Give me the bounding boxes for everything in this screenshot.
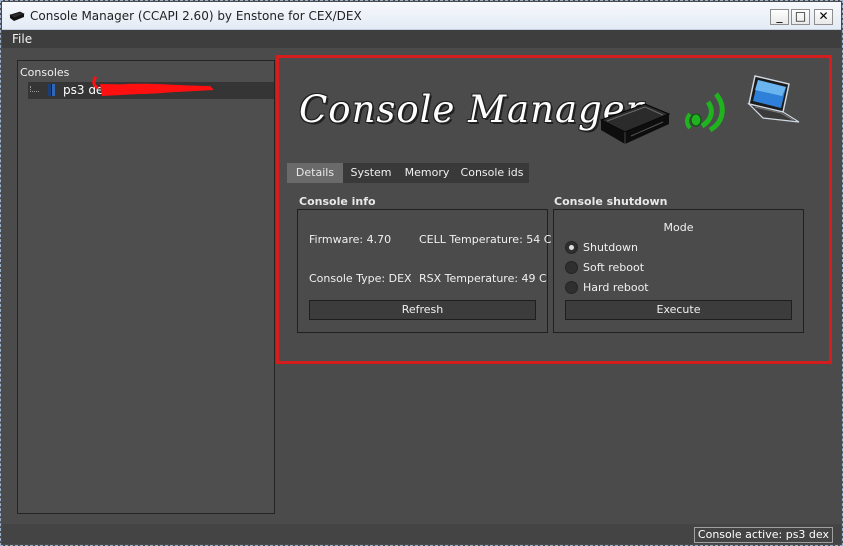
execute-button[interactable]: Execute: [565, 300, 792, 320]
tree-branch-line: [30, 86, 39, 92]
menu-file[interactable]: File: [12, 32, 32, 46]
console-shutdown-group: Mode Shutdown Soft reboot Hard reboot Ex…: [553, 209, 804, 333]
tab-console-ids[interactable]: Console ids: [455, 163, 529, 183]
ps3-console-icon: [9, 11, 25, 21]
laptop-icon: [747, 75, 800, 123]
shutdown-radio-label[interactable]: Shutdown: [583, 241, 638, 254]
refresh-button[interactable]: Refresh: [309, 300, 536, 320]
hard-reboot-radio[interactable]: [565, 281, 578, 294]
tree-item-ps3-dex[interactable]: ps3 dex :: [28, 76, 274, 99]
shutdown-radio[interactable]: [565, 241, 578, 254]
ps3-console-icon: [48, 84, 55, 96]
console-info-group: Firmware: 4.70 CELL Temperature: 54 C Co…: [297, 209, 552, 333]
menu-bar: File: [2, 30, 841, 48]
banner-title: Console Manager: [299, 88, 645, 131]
tab-system[interactable]: System: [343, 163, 399, 183]
tab-details[interactable]: Details: [287, 163, 343, 183]
console-shutdown-title: Console shutdown: [554, 195, 668, 208]
title-bar[interactable]: Console Manager (CCAPI 2.60) by Enstone …: [2, 2, 841, 30]
maximize-button[interactable]: □: [791, 9, 810, 25]
window-title: Console Manager (CCAPI 2.60) by Enstone …: [30, 9, 362, 23]
tree-header: Consoles: [20, 66, 70, 79]
close-button[interactable]: ✕: [814, 9, 833, 25]
details-panel: Console Manager Details System Memory Co…: [276, 55, 832, 364]
mode-label: Mode: [663, 221, 694, 234]
tab-memory[interactable]: Memory: [399, 163, 455, 183]
status-console-active: Console active: ps3 dex: [693, 527, 833, 543]
console-tree[interactable]: Consoles ps3 dex :: [17, 60, 275, 514]
hard-reboot-radio-label[interactable]: Hard reboot: [583, 281, 649, 294]
redaction-scribble: [92, 76, 214, 96]
console-type-label: Console Type: DEX: [309, 272, 412, 285]
ps3-console-icon: [599, 103, 671, 144]
status-bar: Console active: ps3 dex: [2, 524, 841, 544]
app-window: Console Manager (CCAPI 2.60) by Enstone …: [0, 0, 843, 546]
wifi-signal-icon: [685, 92, 725, 133]
soft-reboot-radio[interactable]: [565, 261, 578, 274]
cell-temperature-label: CELL Temperature: 54 C: [419, 233, 552, 246]
rsx-temperature-label: RSX Temperature: 49 C: [419, 272, 547, 285]
minimize-button[interactable]: _: [770, 9, 789, 25]
console-info-title: Console info: [299, 195, 376, 208]
firmware-label: Firmware: 4.70: [309, 233, 392, 246]
soft-reboot-radio-label[interactable]: Soft reboot: [583, 261, 644, 274]
